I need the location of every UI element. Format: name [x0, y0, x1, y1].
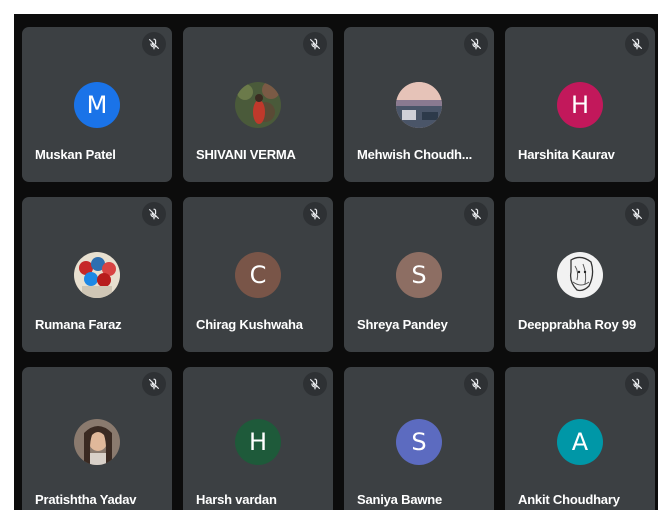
- participant-tile[interactable]: H Harshita Kaurav: [505, 27, 655, 182]
- avatar-photo: [557, 252, 603, 298]
- participant-name: Muskan Patel: [35, 147, 116, 162]
- avatar: S: [396, 419, 442, 465]
- avatar: H: [557, 82, 603, 128]
- avatar-photo: [396, 82, 442, 128]
- mic-off-icon[interactable]: [142, 202, 166, 226]
- participant-tile[interactable]: A Ankit Choudhary: [505, 367, 655, 510]
- avatar: H: [235, 419, 281, 465]
- participant-tile[interactable]: Pratishtha Yadav: [22, 367, 172, 510]
- avatar-photo: [74, 419, 120, 465]
- avatar: A: [557, 419, 603, 465]
- mic-off-icon[interactable]: [303, 32, 327, 56]
- avatar-photo: [235, 82, 281, 128]
- participant-name: Rumana Faraz: [35, 317, 122, 332]
- participant-name: Chirag Kushwaha: [196, 317, 303, 332]
- avatar: M: [74, 82, 120, 128]
- mic-off-icon[interactable]: [625, 32, 649, 56]
- participant-tile[interactable]: Rumana Faraz: [22, 197, 172, 352]
- mic-off-icon[interactable]: [625, 202, 649, 226]
- participant-name: Harsh vardan: [196, 492, 277, 507]
- participant-tile[interactable]: C Chirag Kushwaha: [183, 197, 333, 352]
- meeting-window: M Muskan Patel SHIVANI VERMA Mehwish Cho…: [14, 14, 658, 510]
- mic-off-icon[interactable]: [625, 372, 649, 396]
- participant-name: Harshita Kaurav: [518, 147, 615, 162]
- avatar-photo: [74, 252, 120, 298]
- participant-name: Mehwish Choudh...: [357, 147, 473, 162]
- mic-off-icon[interactable]: [464, 372, 488, 396]
- mic-off-icon[interactable]: [464, 32, 488, 56]
- mic-off-icon[interactable]: [303, 372, 327, 396]
- mic-off-icon[interactable]: [464, 202, 488, 226]
- participant-tile[interactable]: H Harsh vardan: [183, 367, 333, 510]
- mic-off-icon[interactable]: [142, 372, 166, 396]
- participant-name: Saniya Bawne: [357, 492, 443, 507]
- participant-tile[interactable]: SHIVANI VERMA: [183, 27, 333, 182]
- participant-name: Pratishtha Yadav: [35, 492, 137, 507]
- participant-tile[interactable]: S Saniya Bawne: [344, 367, 494, 510]
- participant-name: Ankit Choudhary: [518, 492, 620, 507]
- participant-name: Shreya Pandey: [357, 317, 448, 332]
- participant-name: Deepprabha Roy 99: [518, 317, 636, 332]
- participant-tile[interactable]: M Muskan Patel: [22, 27, 172, 182]
- participant-name: SHIVANI VERMA: [196, 147, 296, 162]
- avatar: S: [396, 252, 442, 298]
- participant-grid: M Muskan Patel SHIVANI VERMA Mehwish Cho…: [22, 27, 655, 510]
- mic-off-icon[interactable]: [142, 32, 166, 56]
- avatar: C: [235, 252, 281, 298]
- mic-off-icon[interactable]: [303, 202, 327, 226]
- participant-tile[interactable]: Mehwish Choudh...: [344, 27, 494, 182]
- participant-tile[interactable]: Deepprabha Roy 99: [505, 197, 655, 352]
- participant-tile[interactable]: S Shreya Pandey: [344, 197, 494, 352]
